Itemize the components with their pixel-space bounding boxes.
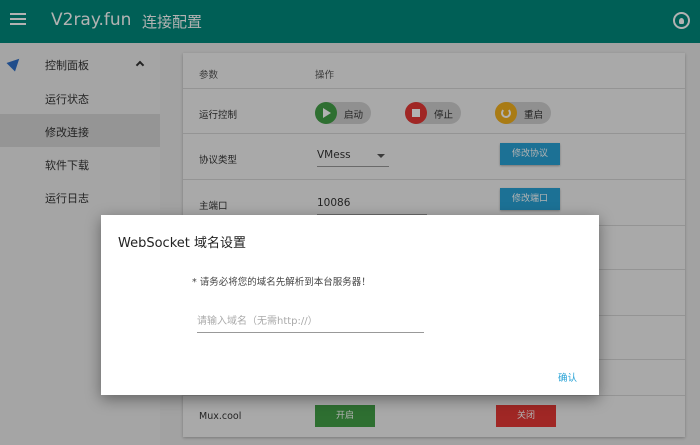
- dialog-title: WebSocket 域名设置: [118, 236, 246, 251]
- dialog-note: * 请务必将您的域名先解析到本台服务器！: [192, 277, 371, 288]
- websocket-domain-dialog: WebSocket 域名设置 * 请务必将您的域名先解析到本台服务器！ 确认: [101, 215, 599, 395]
- domain-input[interactable]: [197, 311, 424, 333]
- confirm-button[interactable]: 确认: [558, 370, 577, 384]
